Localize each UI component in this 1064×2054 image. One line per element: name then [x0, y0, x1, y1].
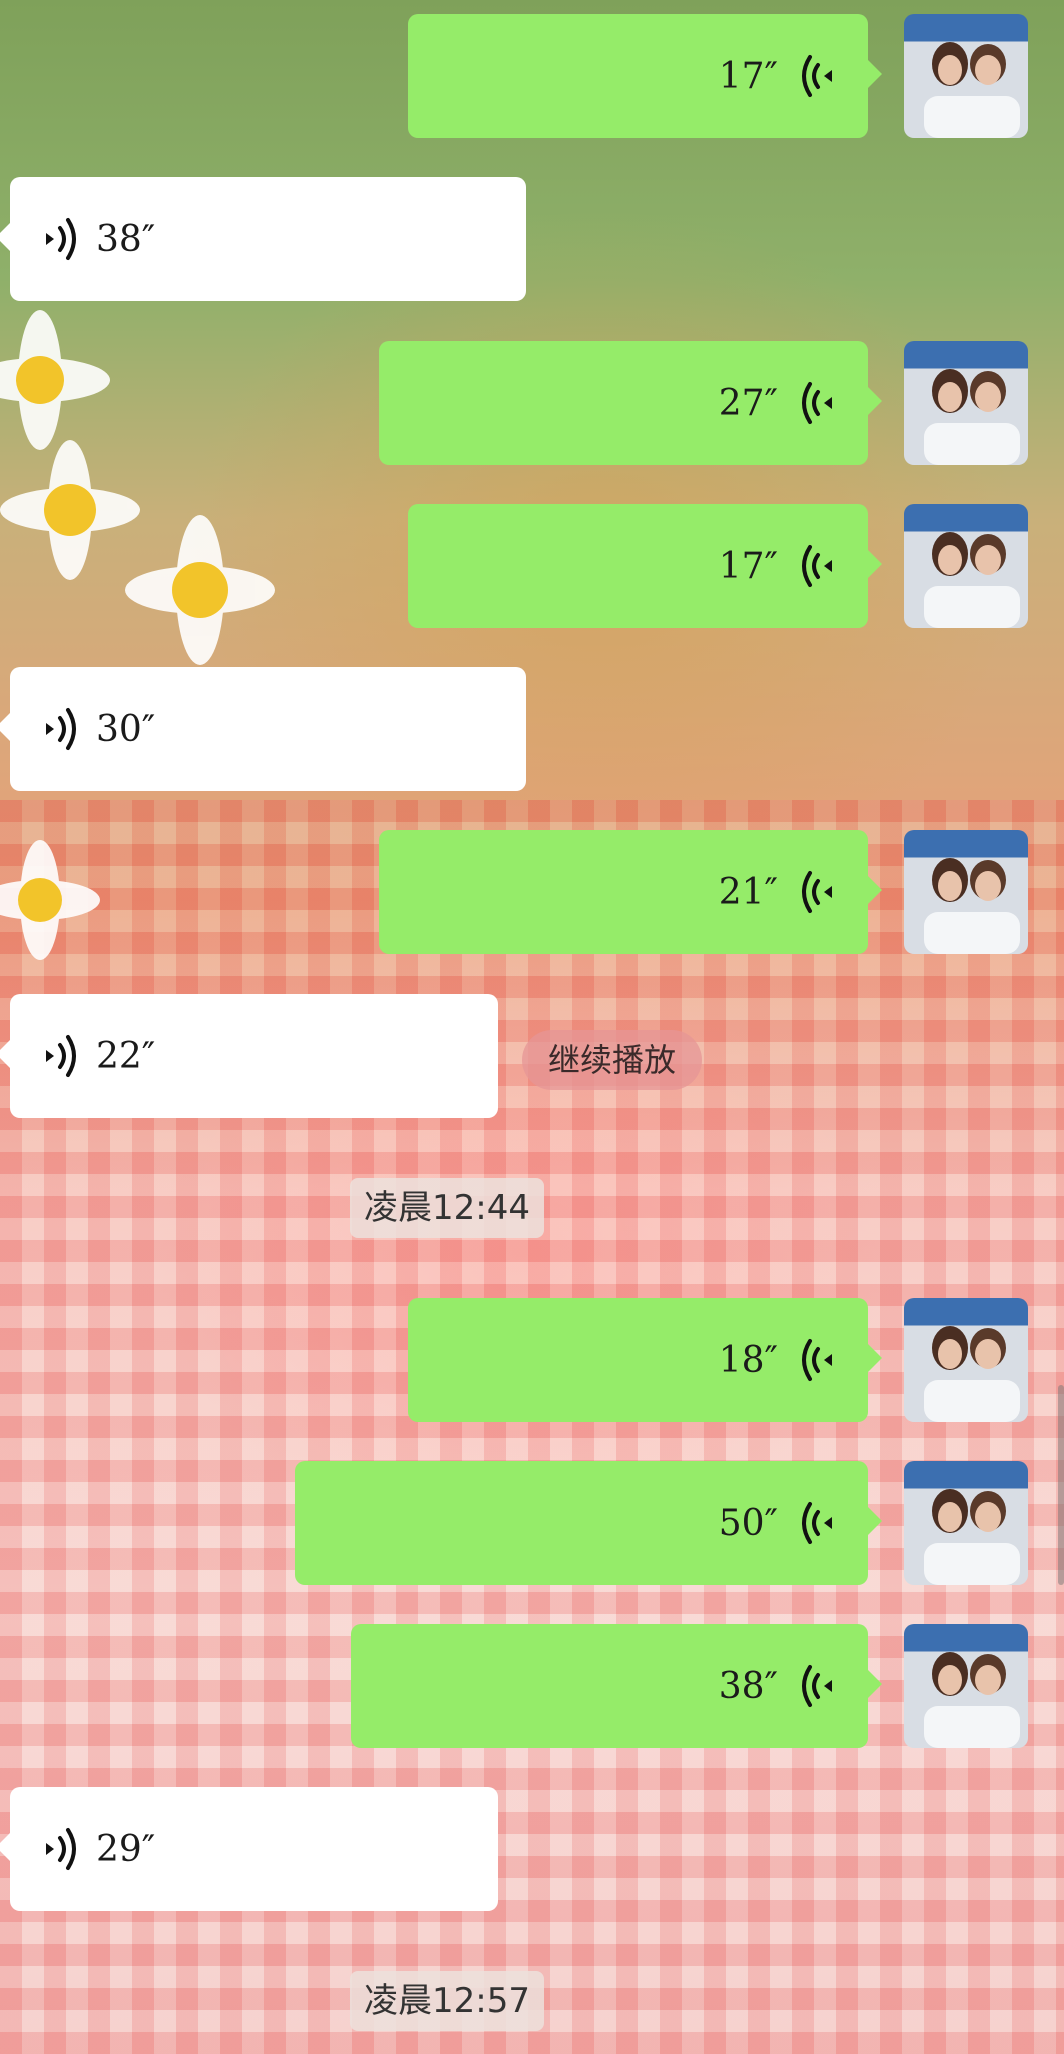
scroll-indicator[interactable]	[1058, 1385, 1064, 1585]
voice-duration: 30″	[96, 708, 156, 750]
timestamp: 凌晨12:57	[350, 1971, 544, 2031]
voice-duration: 38″	[96, 218, 156, 260]
voice-duration: 29″	[96, 1828, 156, 1870]
voice-wave-icon	[802, 545, 832, 587]
voice-message-outgoing[interactable]: 21″	[379, 830, 882, 954]
voice-wave-icon	[46, 1035, 76, 1077]
voice-message-outgoing[interactable]: 27″	[379, 341, 882, 465]
voice-duration: 18″	[718, 1339, 778, 1381]
voice-wave-icon	[46, 708, 76, 750]
user-avatar[interactable]	[904, 504, 1028, 628]
user-avatar[interactable]	[904, 14, 1028, 138]
user-avatar[interactable]	[904, 341, 1028, 465]
voice-message-outgoing[interactable]: 50″	[295, 1461, 882, 1585]
voice-message-outgoing[interactable]: 38″	[351, 1624, 882, 1748]
voice-message-outgoing[interactable]: 17″	[408, 14, 882, 138]
voice-message-incoming[interactable]: 38″	[0, 177, 526, 301]
background-daisy-flowers	[0, 310, 275, 960]
voice-duration: 21″	[718, 871, 778, 913]
voice-duration: 50″	[718, 1502, 778, 1544]
voice-wave-icon	[802, 1665, 832, 1707]
user-avatar[interactable]	[904, 1624, 1028, 1748]
voice-wave-icon	[46, 218, 76, 260]
voice-duration: 17″	[718, 55, 778, 97]
voice-message-outgoing[interactable]: 17″	[408, 504, 882, 628]
user-avatar[interactable]	[904, 830, 1028, 954]
voice-duration: 38″	[718, 1665, 778, 1707]
voice-wave-icon	[802, 1339, 832, 1381]
voice-message-incoming[interactable]: 29″	[0, 1787, 498, 1911]
voice-wave-icon	[802, 55, 832, 97]
voice-message-incoming[interactable]: 30″	[0, 667, 526, 791]
resume-playback-button[interactable]: 继续播放	[522, 1030, 703, 1090]
voice-wave-icon	[46, 1828, 76, 1870]
voice-wave-icon	[802, 382, 832, 424]
timestamp: 凌晨12:44	[350, 1178, 544, 1238]
voice-message-incoming[interactable]: 22″	[0, 994, 498, 1118]
user-avatar[interactable]	[904, 1461, 1028, 1585]
voice-duration: 17″	[718, 545, 778, 587]
voice-message-outgoing[interactable]: 18″	[408, 1298, 882, 1422]
voice-wave-icon	[802, 1502, 832, 1544]
voice-wave-icon	[802, 871, 832, 913]
user-avatar[interactable]	[904, 1298, 1028, 1422]
voice-duration: 22″	[96, 1035, 156, 1077]
voice-duration: 27″	[718, 382, 778, 424]
